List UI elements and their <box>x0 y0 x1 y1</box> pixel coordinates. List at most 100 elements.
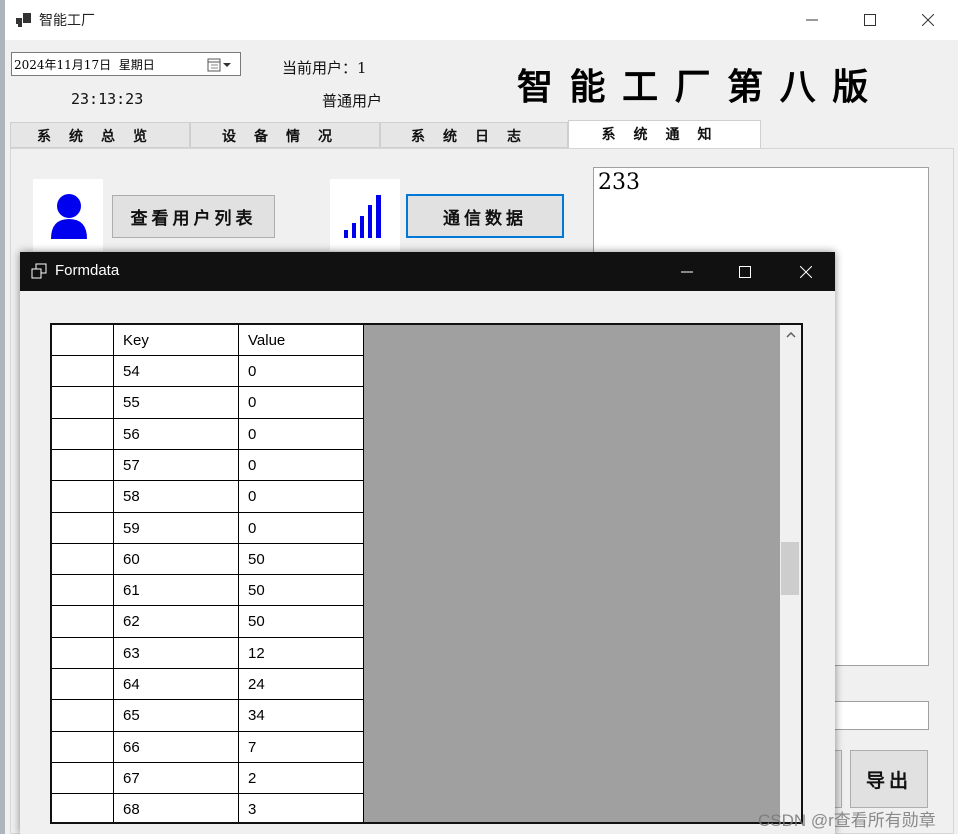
dialog-close-button[interactable] <box>776 252 835 291</box>
key-cell[interactable]: 59 <box>114 513 239 544</box>
key-cell[interactable]: 62 <box>114 606 239 638</box>
current-user-label: 当前用户：1 <box>282 59 367 77</box>
table-row[interactable]: 61 50 <box>52 575 364 606</box>
cell-text: 54 <box>123 362 140 380</box>
cell-text: 50 <box>248 550 265 568</box>
key-cell[interactable]: 55 <box>114 387 239 419</box>
value-cell[interactable]: 2 <box>239 763 364 794</box>
dialog-maximize-button[interactable] <box>716 252 774 291</box>
minimize-icon <box>806 19 818 21</box>
row-header-cell[interactable] <box>52 669 114 700</box>
maximize-icon <box>739 265 751 278</box>
key-cell[interactable]: 67 <box>114 763 239 794</box>
user-role-label: 普通用户 <box>322 92 383 110</box>
key-cell[interactable]: 56 <box>114 419 239 450</box>
table-row[interactable]: 67 2 <box>52 763 364 794</box>
export-button[interactable]: 导出 <box>850 750 928 808</box>
app-big-title: 智 能 工 厂 第 八 版 <box>517 66 871 108</box>
value-cell[interactable]: 3 <box>239 794 364 822</box>
key-cell[interactable]: 66 <box>114 732 239 763</box>
tab-label: 设备情况 <box>222 129 350 145</box>
table-row[interactable]: 62 50 <box>52 606 364 638</box>
table-row[interactable]: 63 12 <box>52 638 364 669</box>
row-header-cell[interactable] <box>52 606 114 638</box>
key-cell[interactable]: 58 <box>114 481 239 513</box>
tab-system-overview[interactable]: 系统总览 <box>10 122 190 148</box>
row-header-cell[interactable] <box>52 700 114 732</box>
key-cell[interactable]: 54 <box>114 356 239 387</box>
cell-text: 55 <box>123 394 140 411</box>
value-cell[interactable]: 34 <box>239 700 364 732</box>
value-cell[interactable]: 0 <box>239 356 364 387</box>
comm-data-button[interactable]: 通信数据 <box>406 194 564 238</box>
row-header-cell[interactable] <box>52 450 114 481</box>
calendar-dropdown-icon[interactable] <box>207 57 237 73</box>
table-row[interactable]: 59 0 <box>52 513 364 544</box>
row-header-cell[interactable] <box>52 356 114 387</box>
value-cell[interactable]: 0 <box>239 513 364 544</box>
table-row[interactable]: 60 50 <box>52 544 364 575</box>
key-cell[interactable]: 68 <box>114 794 239 822</box>
value-cell[interactable]: 0 <box>239 450 364 481</box>
table-row[interactable]: 57 0 <box>52 450 364 481</box>
value-cell[interactable]: 0 <box>239 481 364 513</box>
tab-system-log[interactable]: 系统日志 <box>380 122 568 148</box>
row-header-cell[interactable] <box>52 544 114 575</box>
main-titlebar: 智能工厂 <box>5 0 958 40</box>
row-header-cell[interactable] <box>52 575 114 606</box>
cell-text: 0 <box>248 394 257 411</box>
cell-text: 63 <box>123 644 140 662</box>
minimize-button[interactable] <box>783 0 841 40</box>
scroll-thumb[interactable] <box>781 542 799 595</box>
row-header-cell[interactable] <box>52 732 114 763</box>
cell-text: 66 <box>123 738 140 756</box>
value-cell[interactable]: 7 <box>239 732 364 763</box>
key-cell[interactable]: 65 <box>114 700 239 732</box>
cell-text: 56 <box>123 425 140 443</box>
date-picker[interactable]: 2024年11月17日 星期日 <box>11 52 241 76</box>
table-row[interactable]: 66 7 <box>52 732 364 763</box>
row-header-cell[interactable] <box>52 513 114 544</box>
value-cell[interactable]: 50 <box>239 606 364 638</box>
key-cell[interactable]: 63 <box>114 638 239 669</box>
row-header-cell[interactable] <box>52 387 114 419</box>
row-header-cell[interactable] <box>52 794 114 822</box>
table-row[interactable]: 55 0 <box>52 387 364 419</box>
key-cell[interactable]: 64 <box>114 669 239 700</box>
key-cell[interactable]: 60 <box>114 544 239 575</box>
key-cell[interactable]: 57 <box>114 450 239 481</box>
cell-text: 0 <box>248 456 257 474</box>
maximize-button[interactable] <box>841 0 899 40</box>
table-row[interactable]: 68 3 <box>52 794 364 822</box>
value-cell[interactable]: 0 <box>239 387 364 419</box>
table-row[interactable]: 64 24 <box>52 669 364 700</box>
cell-text: 61 <box>123 581 140 599</box>
tab-device-status[interactable]: 设备情况 <box>190 122 380 148</box>
column-header-value[interactable]: Value <box>239 325 364 356</box>
row-header-cell[interactable] <box>52 638 114 669</box>
view-user-list-button[interactable]: 查看用户列表 <box>112 195 275 238</box>
value-cell[interactable]: 24 <box>239 669 364 700</box>
tab-system-notice[interactable]: 系统通知 <box>568 120 761 150</box>
value-cell[interactable]: 50 <box>239 544 364 575</box>
data-grid[interactable]: Key Value 54 0 55 0 56 0 57 0 58 0 59 0 60 50 61 50 62 50… <box>50 323 803 824</box>
close-button[interactable] <box>899 0 957 40</box>
value-cell[interactable]: 12 <box>239 638 364 669</box>
cell-text: 0 <box>248 362 257 380</box>
dialog-minimize-button[interactable] <box>658 252 716 291</box>
row-header-cell[interactable] <box>52 763 114 794</box>
table-row[interactable]: 65 34 <box>52 700 364 732</box>
watermark: CSDN @r查看所有勋章 <box>758 811 936 830</box>
value-cell[interactable]: 0 <box>239 419 364 450</box>
value-cell[interactable]: 50 <box>239 575 364 606</box>
scroll-up-arrow[interactable] <box>780 325 801 345</box>
column-header-key[interactable]: Key <box>114 325 239 356</box>
table-row[interactable]: 54 0 <box>52 356 364 387</box>
table-row[interactable]: 58 0 <box>52 481 364 513</box>
table-row[interactable]: 56 0 <box>52 419 364 450</box>
row-header-cell[interactable] <box>52 481 114 513</box>
vertical-scrollbar[interactable] <box>780 325 801 822</box>
row-header-cell[interactable] <box>52 419 114 450</box>
key-cell[interactable]: 61 <box>114 575 239 606</box>
cell-text: 67 <box>123 769 140 787</box>
